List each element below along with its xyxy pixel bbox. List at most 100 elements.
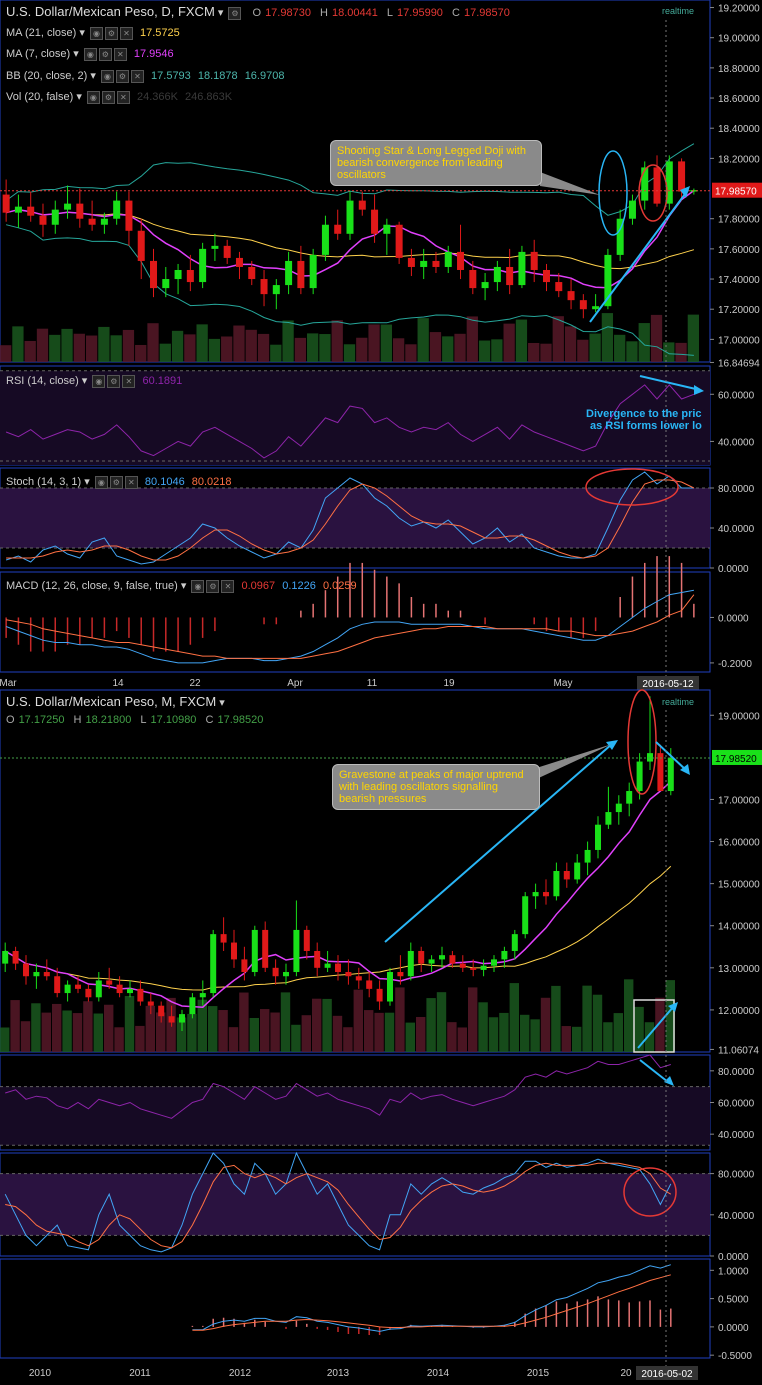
daily-candle-10: [125, 200, 133, 231]
monthly-candle-50: [522, 896, 529, 935]
daily-candle-33: [407, 257, 415, 267]
daily-candle-7: [88, 218, 96, 225]
daily-volume-bar-5: [61, 328, 73, 362]
monthly-macd-y-tick-label-0: 1.0000: [718, 1266, 749, 1277]
macd-signal-value: 0.0259: [322, 580, 357, 592]
daily-volume-bar-1: [12, 326, 24, 362]
stoch-header[interactable]: Stoch (14, 3, 1) ▾ ◉ ⚙ ✕ 80.1046 80.0218: [6, 475, 232, 489]
monthly-volume-bar-9: [93, 1013, 103, 1052]
settings-icon[interactable]: ⚙: [107, 374, 121, 388]
eye-icon[interactable]: ◉: [86, 90, 100, 104]
daily-volume-bar-7: [85, 335, 98, 362]
monthly-candle-62: [647, 753, 653, 762]
settings-icon[interactable]: ⚙: [109, 475, 123, 489]
daily-volume-bar-35: [429, 332, 442, 362]
monthly-volume-bar-49: [509, 983, 519, 1052]
monthly-volume-bar-59: [613, 1013, 623, 1052]
monthly-rsi-y-tick-label-0: 80.0000: [718, 1067, 755, 1078]
rsi-header[interactable]: RSI (14, close) ▾ ◉ ⚙ ✕ 60.1891: [6, 374, 182, 388]
monthly-y-tick-label-5: 13.00000: [718, 964, 760, 975]
monthly-candle-32: [335, 963, 341, 973]
monthly-candle-56: [584, 849, 591, 863]
daily-candle-15: [186, 269, 194, 283]
daily-candle-6: [76, 203, 84, 219]
daily-candle-53: [653, 167, 661, 204]
bb-value-upper: 18.1878: [197, 70, 238, 82]
monthly-candle-54: [563, 871, 570, 880]
daily-volume-bar-17: [208, 338, 221, 362]
monthly-volume-bar-21: [218, 1010, 228, 1052]
daily-y-tick-label-11: 16.84694: [718, 358, 760, 369]
daily-volume-bar-11: [135, 344, 147, 362]
eye-icon[interactable]: ◉: [92, 374, 106, 388]
monthly-volume-bar-58: [603, 1022, 613, 1052]
monthly-volume-bar-31: [322, 998, 332, 1052]
close-icon[interactable]: ✕: [130, 69, 144, 83]
monthly-volume-bar-2: [20, 1021, 31, 1052]
daily-volume-bar-36: [442, 336, 454, 362]
monthly-high: 18.21800: [85, 714, 132, 726]
settings-icon[interactable]: ⚙: [98, 47, 112, 61]
daily-candle-8: [100, 218, 108, 225]
stoch-y-tick-label-2: 0.0000: [718, 564, 749, 575]
indicator-vol[interactable]: Vol (20, false) ▾ ◉ ⚙ ✕ 24.366K 246.863K: [6, 90, 232, 104]
monthly-rsi-band: [0, 1086, 710, 1146]
monthly-candle-13: [137, 988, 144, 1002]
rsi-label: RSI (14, close): [6, 375, 79, 387]
monthly-candle-33: [345, 972, 352, 977]
daily-candle-39: [481, 282, 489, 289]
monthly-candle-7: [75, 984, 81, 989]
close-icon[interactable]: ✕: [116, 90, 130, 104]
monthly-macd-y-tick-label-3: -0.5000: [718, 1351, 752, 1362]
monthly-volume-bar-51: [530, 1019, 540, 1052]
monthly-x-tick-6: 20: [620, 1368, 632, 1379]
eye-icon[interactable]: ◉: [100, 69, 114, 83]
eye-icon[interactable]: ◉: [83, 47, 97, 61]
settings-icon[interactable]: ⚙: [206, 579, 220, 593]
chevron-down-icon[interactable]: ▾: [218, 7, 224, 19]
eye-icon[interactable]: ◉: [191, 579, 205, 593]
monthly-candle-22: [231, 942, 237, 960]
eye-icon[interactable]: ◉: [89, 26, 103, 40]
daily-candle-0: [2, 194, 10, 213]
eye-icon[interactable]: ◉: [94, 475, 108, 489]
monthly-volume-bar-23: [239, 992, 249, 1052]
close-icon[interactable]: ✕: [124, 475, 138, 489]
indicator-ma21[interactable]: MA (21, close) ▾ ◉ ⚙ ✕ 17.5725: [6, 26, 180, 40]
rsi-divergence-note-2: as RSI forms lower lo: [590, 420, 702, 432]
indicator-ma7[interactable]: MA (7, close) ▾ ◉ ⚙ ✕ 17.9546: [6, 47, 174, 61]
daily-candle-48: [592, 306, 600, 310]
monthly-candle-3: [33, 972, 40, 977]
close-icon[interactable]: ✕: [119, 26, 133, 40]
settings-icon[interactable]: ⚙: [115, 69, 129, 83]
daily-candle-42: [518, 251, 526, 286]
monthly-candle-29: [303, 929, 310, 951]
macd-header[interactable]: MACD (12, 26, close, 9, false, true) ▾ ◉…: [6, 579, 357, 593]
daily-volume-bar-45: [552, 316, 564, 362]
stoch-k-value: 80.1046: [144, 476, 185, 488]
daily-volume-bar-23: [282, 320, 294, 362]
chevron-down-icon[interactable]: ▾: [219, 697, 225, 709]
stoch-label: Stoch (14, 3, 1): [6, 476, 82, 488]
daily-x-tick-7: 2016-05-12: [642, 679, 694, 690]
monthly-volume-bar-22: [228, 1027, 239, 1052]
monthly-volume-bar-29: [301, 1015, 311, 1052]
settings-icon[interactable]: ⚙: [101, 90, 115, 104]
close-icon[interactable]: ✕: [113, 47, 127, 61]
settings-icon[interactable]: ⚙: [104, 26, 118, 40]
monthly-rsi-y-tick-label-2: 40.0000: [718, 1130, 755, 1141]
daily-candle-41: [506, 266, 514, 286]
rsi-divergence-note-1: Divergence to the pric: [586, 408, 702, 420]
daily-volume-bar-52: [638, 323, 650, 362]
settings-icon[interactable]: ⚙: [228, 6, 242, 20]
monthly-candle-1: [12, 950, 19, 964]
macd-y-tick-label-1: -0.2000: [718, 659, 752, 670]
indicator-bb[interactable]: BB (20, close, 2) ▾ ◉ ⚙ ✕ 17.5793 18.1878 …: [6, 69, 284, 83]
daily-candle-43: [530, 251, 538, 270]
close-icon[interactable]: ✕: [221, 579, 235, 593]
monthly-header: U.S. Dollar/Mexican Peso, M, FXCM ▾: [6, 694, 225, 709]
monthly-open: 17.17250: [18, 714, 65, 726]
monthly-x-tick-3: 2013: [327, 1368, 350, 1379]
ma21-value: 17.5725: [140, 27, 180, 39]
close-icon[interactable]: ✕: [122, 374, 136, 388]
